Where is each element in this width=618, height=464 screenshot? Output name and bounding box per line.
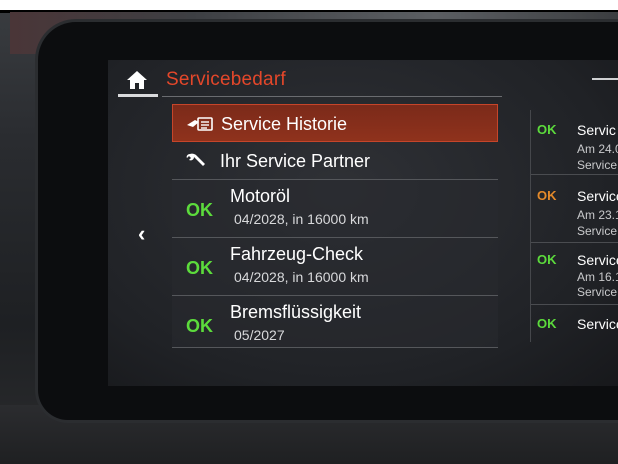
service-due: 04/2028, in 16000 km (234, 269, 369, 285)
divider (531, 174, 618, 175)
history-type: Service (577, 224, 618, 238)
status-badge: OK (537, 252, 557, 267)
wrench-icon (184, 152, 214, 170)
status-badge: OK (537, 188, 557, 203)
service-name: Fahrzeug-Check (230, 244, 364, 264)
history-title: Service (577, 188, 618, 204)
menu-item-service-partner[interactable]: Ihr Service Partner (172, 142, 498, 180)
history-title: Servic (577, 122, 616, 138)
service-name: Bremsflüssigkeit (230, 302, 362, 322)
status-badge: OK (186, 258, 213, 278)
service-list: Service Historie Ihr Service Partner OK … (172, 104, 498, 348)
history-type: Service F (577, 285, 618, 299)
service-item-bremsfluessigkeit[interactable]: OK Bremsflüssigkeit 05/2027 (172, 296, 498, 348)
right-panel-indicator (592, 78, 618, 80)
menu-item-label: Ihr Service Partner (220, 151, 371, 171)
status-badge: OK (537, 316, 557, 331)
history-date: Am 16.1 (577, 270, 618, 284)
status-badge: OK (186, 200, 213, 220)
history-date: Am 23.1 (577, 208, 618, 222)
home-icon[interactable] (124, 68, 150, 92)
service-item-fahrzeug-check[interactable]: OK Fahrzeug-Check 04/2028, in 16000 km (172, 238, 498, 296)
chevron-left-icon[interactable]: ‹ (138, 223, 154, 245)
status-badge: OK (537, 122, 557, 137)
divider (531, 304, 618, 305)
menu-item-label: Service Historie (221, 114, 348, 134)
status-badge: OK (186, 316, 213, 336)
divider (531, 242, 618, 243)
service-history-icon (185, 115, 215, 133)
history-date: Am 24.0 (577, 142, 618, 156)
page-title: Servicebedarf (166, 69, 286, 90)
history-type: Service (577, 158, 618, 172)
service-history-preview: OK Servic Am 24.0 Service OK Service Am … (530, 110, 618, 342)
service-due: 04/2028, in 16000 km (234, 211, 369, 227)
service-due: 05/2027 (234, 327, 285, 343)
menu-item-service-history[interactable]: Service Historie (172, 104, 498, 142)
service-name: Motoröl (230, 186, 291, 206)
service-item-motoroel[interactable]: OK Motoröl 04/2028, in 16000 km (172, 180, 498, 238)
header-divider (162, 96, 502, 97)
home-tab-indicator (118, 94, 158, 97)
history-title: Service (577, 252, 618, 268)
history-title: Service: (577, 316, 618, 332)
